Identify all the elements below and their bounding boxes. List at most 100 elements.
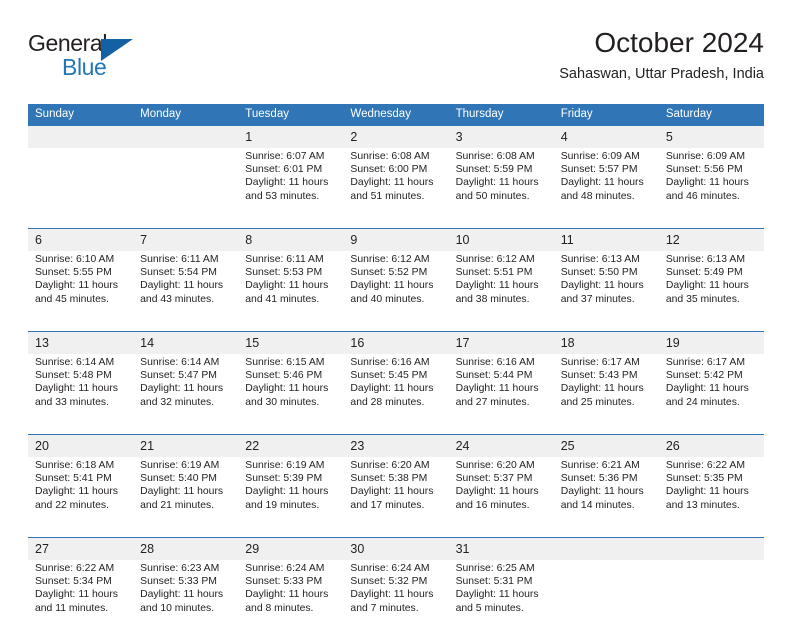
day-cell-info[interactable]: Sunrise: 6:20 AM Sunset: 5:37 PM Dayligh… [448,457,554,538]
day-cell-number[interactable]: 7 [133,228,239,251]
day-cell-number[interactable]: 18 [553,331,659,354]
day-cell-number[interactable] [658,537,764,560]
day-cell-number[interactable]: 12 [658,228,764,251]
day-cell-number[interactable]: 26 [658,434,764,457]
day-cell-number[interactable]: 23 [343,434,449,457]
day-number: 9 [350,233,358,247]
day-cell-info[interactable]: Sunrise: 6:09 AM Sunset: 5:57 PM Dayligh… [553,148,659,229]
day-cell-info[interactable]: Sunrise: 6:22 AM Sunset: 5:35 PM Dayligh… [658,457,764,538]
day-cell-number[interactable]: 24 [448,434,554,457]
sun-info: Sunrise: 6:08 AM Sunset: 6:00 PM Dayligh… [350,151,434,202]
sun-info: Sunrise: 6:19 AM Sunset: 5:40 PM Dayligh… [140,460,224,511]
day-cell-info[interactable]: Sunrise: 6:13 AM Sunset: 5:50 PM Dayligh… [553,251,659,332]
day-cell-info[interactable]: Sunrise: 6:12 AM Sunset: 5:51 PM Dayligh… [448,251,554,332]
calendar-grid: Sunday Monday Tuesday Wednesday Thursday… [28,104,764,640]
day-cell-info[interactable]: Sunrise: 6:24 AM Sunset: 5:32 PM Dayligh… [343,560,449,640]
day-cell-info[interactable]: Sunrise: 6:16 AM Sunset: 5:45 PM Dayligh… [343,354,449,435]
day-cell-number[interactable]: 5 [658,126,764,148]
day-cell-number[interactable] [133,126,239,148]
day-number: 21 [140,439,155,453]
day-cell-info[interactable] [28,148,134,229]
general-blue-logo[interactable]: General Blue [28,30,148,88]
day-cell-info[interactable]: Sunrise: 6:17 AM Sunset: 5:43 PM Dayligh… [553,354,659,435]
week-info-row: Sunrise: 6:07 AM Sunset: 6:01 PM Dayligh… [28,148,764,229]
sun-info: Sunrise: 6:25 AM Sunset: 5:31 PM Dayligh… [455,563,539,614]
day-cell-info[interactable]: Sunrise: 6:15 AM Sunset: 5:46 PM Dayligh… [238,354,344,435]
day-cell-number[interactable]: 8 [238,228,344,251]
day-cell-info[interactable]: Sunrise: 6:14 AM Sunset: 5:48 PM Dayligh… [28,354,134,435]
day-cell-info[interactable]: Sunrise: 6:25 AM Sunset: 5:31 PM Dayligh… [448,560,554,640]
weekday-header-wednesday: Wednesday [343,104,449,126]
day-number: 18 [560,336,575,350]
day-cell-info[interactable]: Sunrise: 6:12 AM Sunset: 5:52 PM Dayligh… [343,251,449,332]
calendar-page: General Blue October 2024 Sahaswan, Utta… [0,0,792,640]
day-cell-number[interactable]: 19 [658,331,764,354]
day-cell-info[interactable]: Sunrise: 6:08 AM Sunset: 6:00 PM Dayligh… [343,148,449,229]
day-cell-number[interactable]: 25 [553,434,659,457]
day-cell-info[interactable] [133,148,239,229]
day-cell-number[interactable] [28,126,134,148]
day-cell-info[interactable] [658,560,764,640]
day-cell-info[interactable]: Sunrise: 6:16 AM Sunset: 5:44 PM Dayligh… [448,354,554,435]
day-cell-info[interactable]: Sunrise: 6:11 AM Sunset: 5:54 PM Dayligh… [133,251,239,332]
day-cell-number[interactable]: 17 [448,331,554,354]
day-cell-number[interactable] [553,537,659,560]
sun-info: Sunrise: 6:14 AM Sunset: 5:47 PM Dayligh… [140,357,224,408]
day-cell-number[interactable]: 21 [133,434,239,457]
day-cell-number[interactable]: 6 [28,228,134,251]
sun-info: Sunrise: 6:22 AM Sunset: 5:34 PM Dayligh… [35,563,118,614]
day-cell-number[interactable]: 11 [553,228,659,251]
day-cell-info[interactable]: Sunrise: 6:17 AM Sunset: 5:42 PM Dayligh… [658,354,764,435]
day-cell-number[interactable]: 31 [448,537,554,560]
week-daynum-row: 27 28 29 30 31 [28,537,764,560]
day-cell-number[interactable]: 16 [343,331,449,354]
weekday-header-tuesday: Tuesday [238,104,344,126]
day-number: 10 [455,233,470,247]
sun-info: Sunrise: 6:16 AM Sunset: 5:44 PM Dayligh… [455,357,539,408]
day-cell-number[interactable]: 10 [448,228,554,251]
day-cell-info[interactable]: Sunrise: 6:10 AM Sunset: 5:55 PM Dayligh… [28,251,134,332]
day-cell-info[interactable]: Sunrise: 6:08 AM Sunset: 5:59 PM Dayligh… [448,148,554,229]
sun-info: Sunrise: 6:22 AM Sunset: 5:35 PM Dayligh… [665,460,749,511]
day-number: 1 [245,130,253,144]
day-cell-number[interactable]: 29 [238,537,344,560]
day-cell-info[interactable]: Sunrise: 6:13 AM Sunset: 5:49 PM Dayligh… [658,251,764,332]
sun-info: Sunrise: 6:11 AM Sunset: 5:54 PM Dayligh… [140,254,224,305]
day-cell-number[interactable]: 27 [28,537,134,560]
day-cell-info[interactable]: Sunrise: 6:18 AM Sunset: 5:41 PM Dayligh… [28,457,134,538]
day-cell-number[interactable]: 28 [133,537,239,560]
day-cell-number[interactable]: 15 [238,331,344,354]
day-cell-info[interactable]: Sunrise: 6:19 AM Sunset: 5:40 PM Dayligh… [133,457,239,538]
day-cell-info[interactable]: Sunrise: 6:23 AM Sunset: 5:33 PM Dayligh… [133,560,239,640]
day-cell-info[interactable]: Sunrise: 6:20 AM Sunset: 5:38 PM Dayligh… [343,457,449,538]
day-cell-number[interactable]: 22 [238,434,344,457]
week-info-row: Sunrise: 6:14 AM Sunset: 5:48 PM Dayligh… [28,354,764,435]
day-number: 27 [35,542,49,556]
day-cell-info[interactable]: Sunrise: 6:22 AM Sunset: 5:34 PM Dayligh… [28,560,134,640]
day-cell-number[interactable]: 9 [343,228,449,251]
sun-info: Sunrise: 6:07 AM Sunset: 6:01 PM Dayligh… [245,151,329,202]
sun-info: Sunrise: 6:17 AM Sunset: 5:43 PM Dayligh… [560,357,644,408]
day-cell-info[interactable]: Sunrise: 6:24 AM Sunset: 5:33 PM Dayligh… [238,560,344,640]
day-cell-info[interactable]: Sunrise: 6:07 AM Sunset: 6:01 PM Dayligh… [238,148,344,229]
day-cell-number[interactable]: 30 [343,537,449,560]
day-cell-number[interactable]: 13 [28,331,134,354]
day-cell-number[interactable]: 3 [448,126,554,148]
week-daynum-row: 6 7 8 9 10 11 12 [28,228,764,251]
day-cell-number[interactable]: 4 [553,126,659,148]
week-info-row: Sunrise: 6:18 AM Sunset: 5:41 PM Dayligh… [28,457,764,538]
sun-info: Sunrise: 6:15 AM Sunset: 5:46 PM Dayligh… [245,357,329,408]
day-cell-number[interactable]: 1 [238,126,344,148]
day-cell-number[interactable]: 20 [28,434,134,457]
day-cell-info[interactable]: Sunrise: 6:09 AM Sunset: 5:56 PM Dayligh… [658,148,764,229]
day-number: 24 [455,439,470,453]
day-cell-info[interactable]: Sunrise: 6:11 AM Sunset: 5:53 PM Dayligh… [238,251,344,332]
day-cell-number[interactable]: 2 [343,126,449,148]
day-cell-info[interactable]: Sunrise: 6:19 AM Sunset: 5:39 PM Dayligh… [238,457,344,538]
day-cell-info[interactable]: Sunrise: 6:21 AM Sunset: 5:36 PM Dayligh… [553,457,659,538]
day-number: 29 [245,542,260,556]
day-number: 7 [140,233,148,247]
day-cell-info[interactable] [553,560,659,640]
day-cell-info[interactable]: Sunrise: 6:14 AM Sunset: 5:47 PM Dayligh… [133,354,239,435]
day-cell-number[interactable]: 14 [133,331,239,354]
